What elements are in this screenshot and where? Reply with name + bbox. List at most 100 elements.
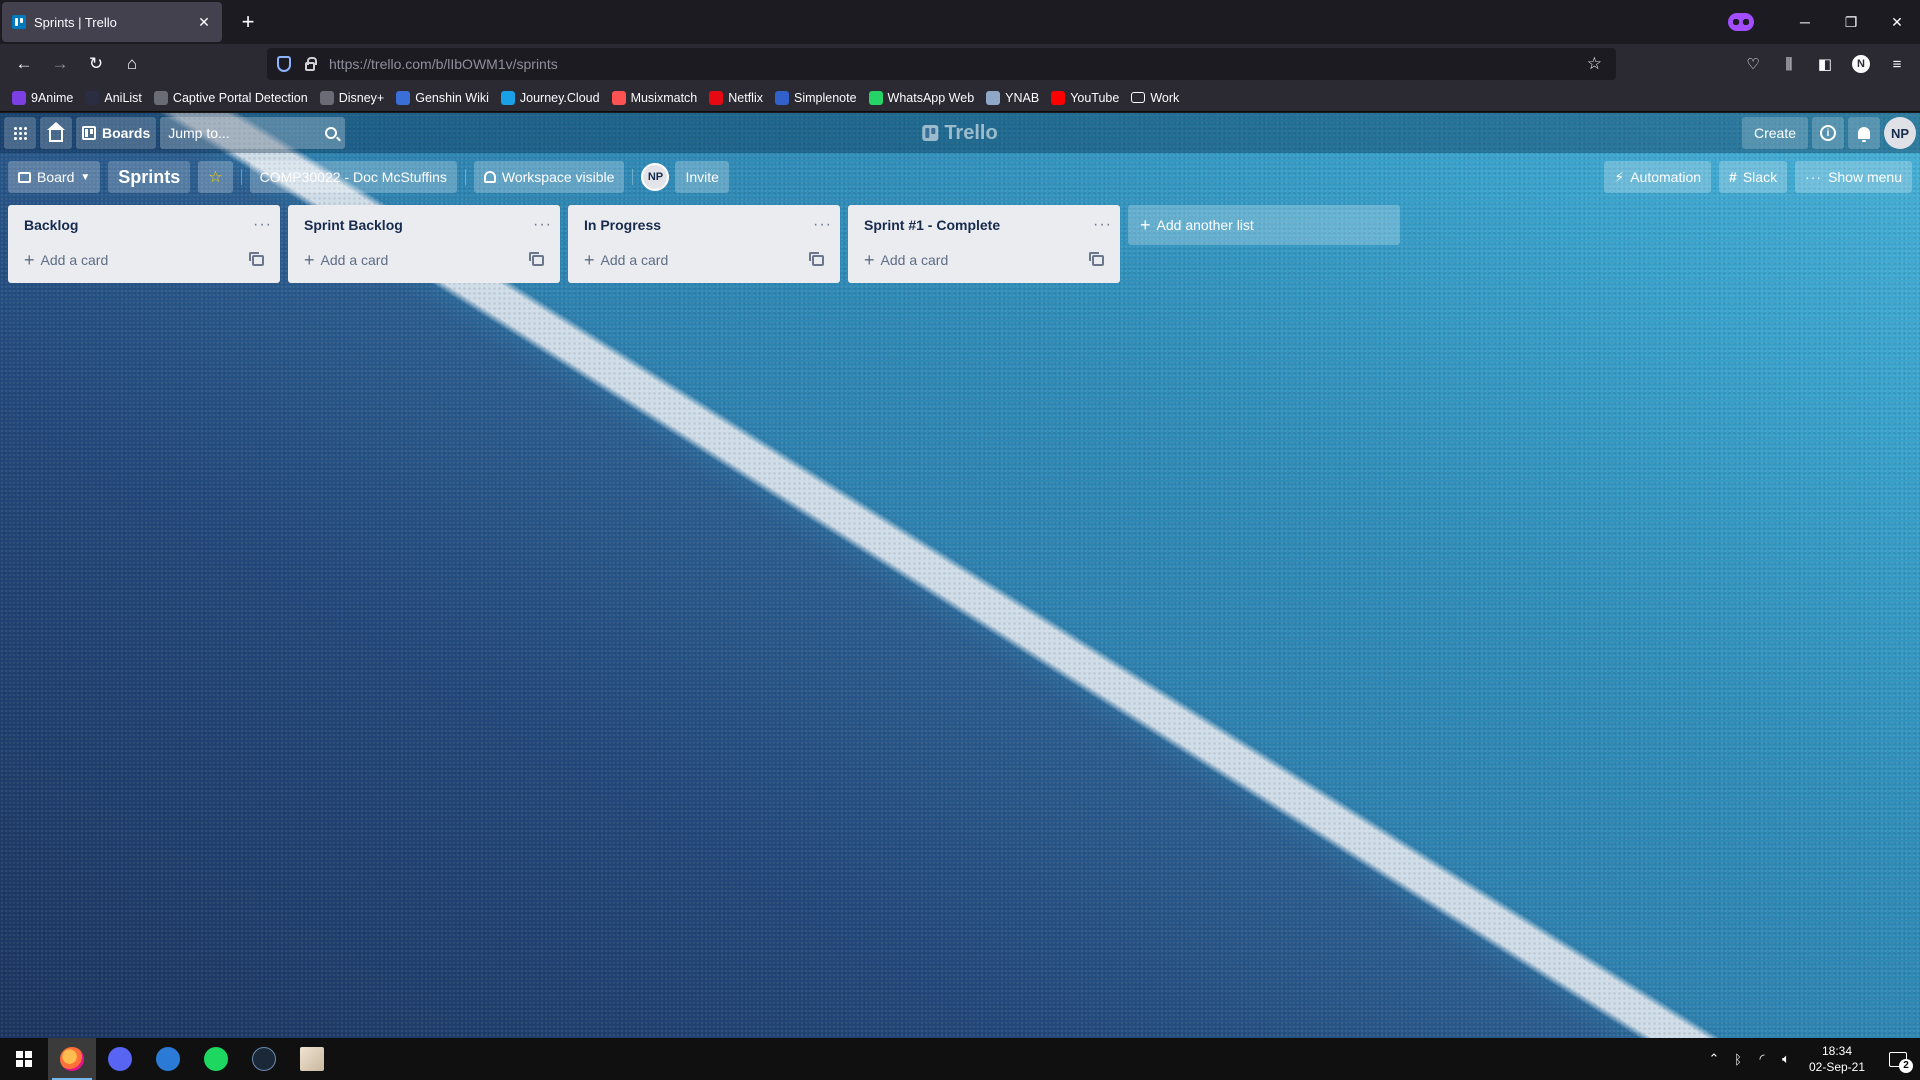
reload-icon[interactable]: ↻ xyxy=(78,48,114,80)
tracking-protection-icon[interactable] xyxy=(277,56,291,72)
trello-logo[interactable]: Trello xyxy=(922,122,998,145)
user-avatar[interactable]: NP xyxy=(1884,117,1916,149)
trello-logo-icon xyxy=(922,125,939,141)
bookmark-favicon-icon xyxy=(1051,90,1066,105)
create-button[interactable]: Create xyxy=(1741,117,1808,149)
bookmark-item[interactable]: YouTube xyxy=(1051,90,1119,105)
bookmark-label: YNAB xyxy=(1005,90,1040,105)
minimize-button[interactable]: ─ xyxy=(1782,0,1828,44)
bookmark-item[interactable]: Captive Portal Detection xyxy=(153,90,308,105)
bookmark-item[interactable]: Musixmatch xyxy=(611,90,697,105)
plus-icon: + xyxy=(24,250,35,270)
add-card-button[interactable]: + Add a card xyxy=(864,251,948,269)
start-button[interactable] xyxy=(0,1038,48,1080)
taskbar-steam[interactable] xyxy=(240,1038,288,1080)
pocket-icon[interactable]: ♡ xyxy=(1740,51,1766,77)
taskbar-firefox[interactable] xyxy=(48,1038,96,1080)
bookmark-item[interactable]: YNAB xyxy=(986,90,1040,105)
list-title[interactable]: In Progress xyxy=(584,217,661,233)
bookmark-item[interactable]: 9Anime xyxy=(12,90,73,105)
card-template-icon[interactable] xyxy=(529,251,544,266)
workspace-button[interactable]: COMP30022 - Doc McStuffins xyxy=(249,161,457,193)
bookmark-item[interactable]: Netflix xyxy=(709,90,763,105)
bookmark-item[interactable]: AniList xyxy=(85,90,142,105)
close-window-button[interactable]: ✕ xyxy=(1874,0,1920,44)
spotify-icon xyxy=(204,1047,228,1071)
home-button[interactable] xyxy=(40,117,72,149)
invite-button[interactable]: Invite xyxy=(675,161,729,193)
boards-label: Boards xyxy=(102,125,151,141)
chevron-up-icon[interactable]: ⌃ xyxy=(1702,1051,1726,1067)
add-card-button[interactable]: + Add a card xyxy=(584,251,668,269)
bookmark-item[interactable]: Genshin Wiki xyxy=(396,90,489,105)
bookmark-item[interactable]: Journey.Cloud xyxy=(500,90,600,105)
close-tab-icon[interactable]: ✕ xyxy=(196,14,212,31)
bookmark-star-icon[interactable]: ☆ xyxy=(1587,54,1602,74)
new-tab-button[interactable]: + xyxy=(236,9,260,35)
sidebar-icon[interactable]: ◧ xyxy=(1812,51,1838,77)
list-title[interactable]: Sprint #1 - Complete xyxy=(864,217,1000,233)
apps-button[interactable] xyxy=(4,117,36,149)
plus-icon: + xyxy=(1140,215,1151,235)
menu-icon[interactable]: ≡ xyxy=(1884,51,1910,77)
taskbar-bing[interactable] xyxy=(144,1038,192,1080)
list-actions-icon[interactable]: ··· xyxy=(533,217,552,233)
star-board-button[interactable]: ☆ xyxy=(198,161,233,193)
boards-button[interactable]: Boards xyxy=(76,117,157,149)
account-button[interactable]: N xyxy=(1848,51,1874,77)
list-actions-icon[interactable]: ··· xyxy=(253,217,272,233)
notifications-button[interactable] xyxy=(1848,117,1880,149)
board-header: Board ▼ Sprints ☆ COMP30022 - Doc McStuf… xyxy=(0,153,1920,201)
visibility-button[interactable]: Workspace visible xyxy=(473,161,625,193)
volume-icon[interactable]: 🔈︎ xyxy=(1774,1051,1798,1067)
taskbar-app[interactable] xyxy=(288,1038,336,1080)
taskbar-spotify[interactable] xyxy=(192,1038,240,1080)
card-template-icon[interactable] xyxy=(809,251,824,266)
back-icon[interactable]: ← xyxy=(6,48,42,80)
list-title[interactable]: Backlog xyxy=(24,217,78,233)
restore-button[interactable]: ❐ xyxy=(1828,0,1874,44)
slack-icon: # xyxy=(1729,169,1737,185)
taskbar-discord[interactable] xyxy=(96,1038,144,1080)
bookmark-label: Captive Portal Detection xyxy=(172,90,308,105)
list-title[interactable]: Sprint Backlog xyxy=(304,217,403,233)
wifi-icon[interactable]: ◜ xyxy=(1750,1051,1774,1067)
list-column: In Progress ··· + Add a card xyxy=(568,205,840,283)
bookmark-favicon-icon xyxy=(396,90,411,105)
board-title[interactable]: Sprints xyxy=(108,161,191,193)
home-icon[interactable]: ⌂ xyxy=(114,48,150,80)
card-template-icon[interactable] xyxy=(249,251,264,266)
view-switcher-button[interactable]: Board ▼ xyxy=(8,161,101,193)
bell-icon xyxy=(1858,127,1870,142)
bookmark-item[interactable]: Disney+ xyxy=(319,90,384,105)
list-column: Backlog ··· + Add a card xyxy=(8,205,280,283)
bookmark-label: WhatsApp Web xyxy=(887,90,975,105)
add-card-button[interactable]: + Add a card xyxy=(304,251,388,269)
show-menu-button[interactable]: ··· Show menu xyxy=(1795,161,1912,193)
url-bar[interactable]: https://trello.com/b/lIbOWM1v/sprints ☆ xyxy=(267,48,1616,80)
jump-to-search[interactable]: Jump to... xyxy=(160,117,346,149)
clock[interactable]: 18:34 02-Sep-21 xyxy=(1802,1043,1872,1075)
forward-icon[interactable]: → xyxy=(42,48,78,80)
steam-icon xyxy=(252,1047,276,1071)
add-list-button[interactable]: + Add another list xyxy=(1128,205,1400,245)
slack-button[interactable]: # Slack xyxy=(1719,161,1788,193)
automation-button[interactable]: ⚡ Automation xyxy=(1604,161,1712,193)
bookmark-item[interactable]: Simplenote xyxy=(774,90,857,105)
bookmark-label: Work xyxy=(1150,90,1180,105)
list-actions-icon[interactable]: ··· xyxy=(813,217,832,233)
action-center-button[interactable]: 2 xyxy=(1876,1038,1920,1080)
tab-active[interactable]: Sprints | Trello ✕ xyxy=(2,2,222,42)
card-template-icon[interactable] xyxy=(1089,251,1104,266)
library-icon[interactable]: ⫼ xyxy=(1776,51,1802,77)
list-actions-icon[interactable]: ··· xyxy=(1093,217,1112,233)
bluetooth-icon[interactable]: ᛒ xyxy=(1726,1052,1750,1067)
info-button[interactable]: i xyxy=(1812,117,1844,149)
add-card-button[interactable]: + Add a card xyxy=(24,250,108,270)
lock-icon[interactable] xyxy=(305,56,317,71)
lists-container: Backlog ··· + Add a card Sprint Backlog ··· + A… xyxy=(8,205,1400,283)
bookmark-item[interactable]: WhatsApp Web xyxy=(868,90,975,105)
url-text[interactable]: https://trello.com/b/lIbOWM1v/sprints xyxy=(329,56,1587,72)
bookmark-item[interactable]: Work xyxy=(1131,91,1179,105)
member-avatar[interactable]: NP xyxy=(641,163,670,191)
